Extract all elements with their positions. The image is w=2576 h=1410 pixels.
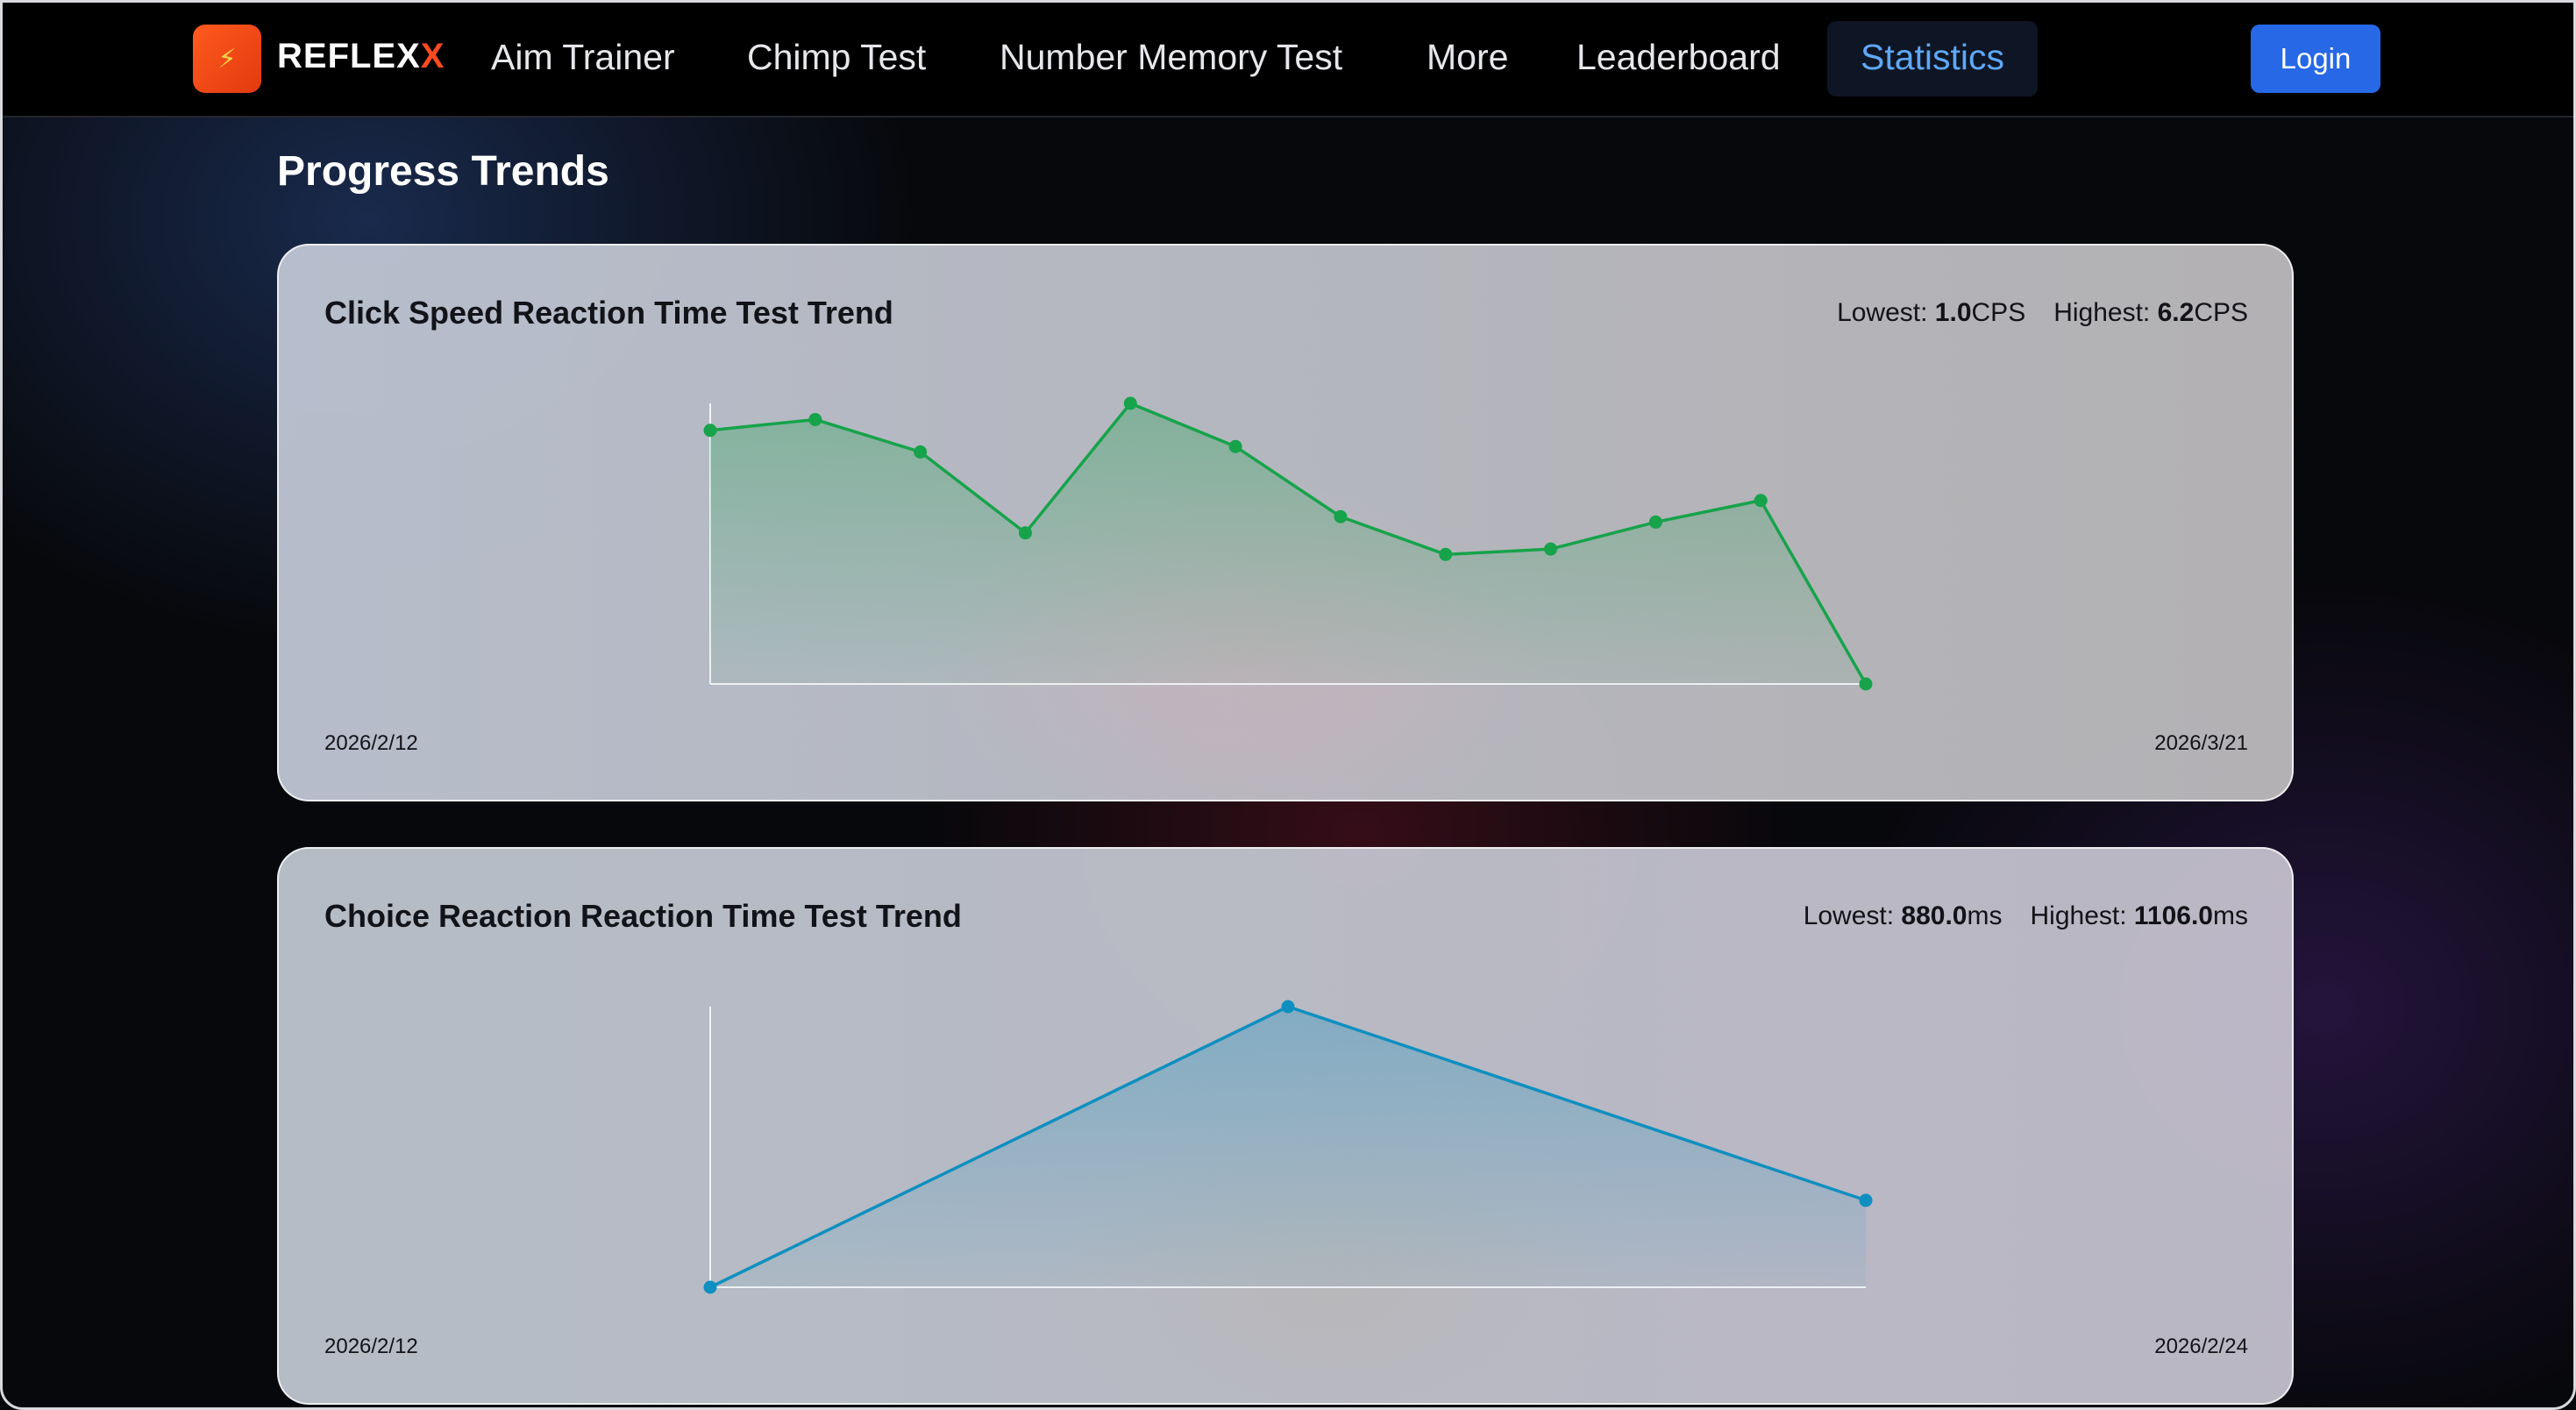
nav-more[interactable]: More xyxy=(1427,37,1508,78)
end-date: 2026/2/24 xyxy=(2154,1335,2248,1358)
trend-card-click-speed: Click Speed Reaction Time Test Trend Low… xyxy=(277,244,2294,801)
data-point[interactable] xyxy=(1754,494,1768,508)
nav-chimp-test[interactable]: Chimp Test xyxy=(747,37,926,78)
data-point[interactable] xyxy=(1334,509,1348,523)
nav-number-memory-test[interactable]: Number Memory Test xyxy=(1000,37,1342,78)
series-area xyxy=(710,403,1866,684)
nav-leaderboard[interactable]: Leaderboard xyxy=(1576,37,1781,78)
nav-statistics-label: Statistics xyxy=(1860,37,2005,77)
data-point[interactable] xyxy=(1228,439,1242,453)
data-point[interactable] xyxy=(808,412,822,426)
start-date: 2026/2/12 xyxy=(324,1335,418,1358)
data-point[interactable] xyxy=(1648,515,1662,529)
data-point[interactable] xyxy=(1439,547,1453,561)
top-nav: ⚡ REFLEXX Aim Trainer Chimp Test Number … xyxy=(0,0,2576,118)
page-title: Progress Trends xyxy=(277,148,609,195)
trend-card-choice-reaction: Choice Reaction Reaction Time Test Trend… xyxy=(277,847,2294,1405)
series-area xyxy=(710,1007,1866,1287)
brand-name[interactable]: REFLEXX xyxy=(277,37,445,76)
nav-aim-trainer[interactable]: Aim Trainer xyxy=(491,37,675,78)
login-button[interactable]: Login xyxy=(2251,25,2380,93)
data-point[interactable] xyxy=(1281,1000,1295,1014)
data-point[interactable] xyxy=(1018,526,1032,540)
data-point[interactable] xyxy=(1859,1193,1873,1207)
trend-chart-click-speed xyxy=(703,396,1873,691)
logo-icon[interactable]: ⚡ xyxy=(193,25,261,93)
start-date: 2026/2/12 xyxy=(324,731,418,755)
data-point[interactable] xyxy=(1123,396,1137,410)
brand-main: REFLEX xyxy=(277,37,421,75)
end-date: 2026/3/21 xyxy=(2154,731,2248,755)
nav-statistics[interactable]: Statistics xyxy=(1827,21,2038,96)
brand-x: X xyxy=(420,37,445,75)
trend-chart-choice-reaction xyxy=(703,1000,1873,1294)
data-point[interactable] xyxy=(1859,677,1873,691)
data-point[interactable] xyxy=(703,1280,717,1294)
data-point[interactable] xyxy=(914,445,928,459)
data-point[interactable] xyxy=(703,424,717,438)
data-point[interactable] xyxy=(1544,542,1558,556)
